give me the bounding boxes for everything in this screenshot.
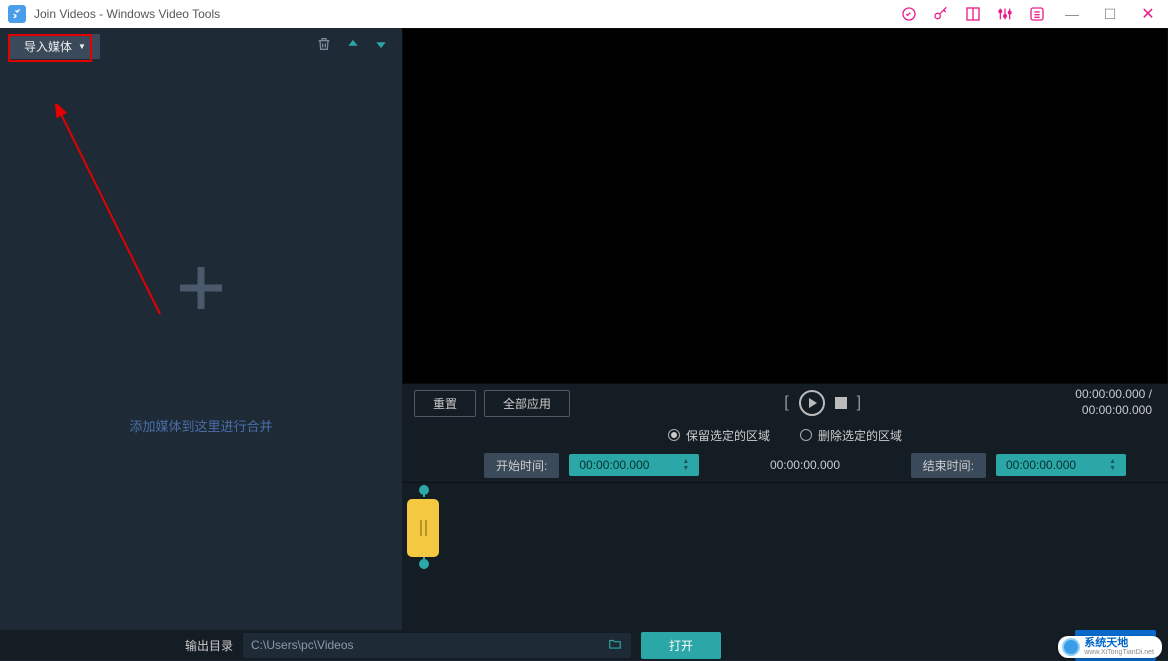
playback-controls: [ ]: [578, 390, 1067, 416]
plus-icon: [173, 260, 229, 326]
timeline-clip-handle[interactable]: [407, 499, 439, 557]
annotation-arrow: [40, 104, 180, 324]
cart-icon[interactable]: [900, 5, 918, 23]
media-hint-text: 添加媒体到这里进行合并: [129, 416, 272, 435]
timeline[interactable]: [402, 482, 1168, 630]
start-time-value: 00:00:00.000: [579, 458, 649, 472]
keep-region-label: 保留选定的区域: [686, 427, 770, 444]
output-path-field[interactable]: C:\Users\pc\Videos: [243, 633, 631, 658]
mark-out-button[interactable]: ]: [857, 394, 861, 412]
close-button[interactable]: ✕: [1136, 4, 1160, 24]
controls-row: 重置 全部应用 [ ] 00:00:00.000 / 00:00:00.000: [402, 384, 1168, 422]
region-mode-row: 保留选定的区域 删除选定的区域: [402, 422, 1168, 448]
start-time-label: 开始时间:: [484, 453, 559, 478]
move-up-icon[interactable]: [342, 37, 364, 56]
time-display: 00:00:00.000 / 00:00:00.000: [1075, 387, 1156, 418]
duration-display: 00:00:00.000: [709, 458, 900, 472]
spinner-icon[interactable]: ▲▼: [682, 458, 689, 472]
app-icon: [8, 5, 26, 23]
right-panel: 重置 全部应用 [ ] 00:00:00.000 / 00:00:00.000 …: [402, 28, 1168, 630]
globe-icon: [1062, 638, 1080, 656]
play-button[interactable]: [799, 390, 825, 416]
move-down-icon[interactable]: [370, 37, 392, 56]
watermark-url: www.XiTongTianDi.net: [1084, 649, 1154, 656]
caret-down-icon: ▼: [78, 42, 86, 51]
media-drop-zone[interactable]: 添加媒体到这里进行合并: [0, 64, 402, 630]
browse-folder-icon[interactable]: [607, 637, 623, 654]
output-dir-label: 输出目录: [185, 637, 233, 654]
watermark-badge: 系统天地 www.XiTongTianDi.net: [1058, 636, 1162, 658]
timeline-marker-bottom[interactable]: [418, 557, 430, 569]
titlebar-right: — ☐ ✕: [900, 4, 1160, 24]
time-inputs-row: 开始时间: 00:00:00.000 ▲▼ 00:00:00.000 结束时间:…: [402, 448, 1168, 482]
sidebar-toolbar: 导入媒体 ▼: [0, 28, 402, 64]
remove-region-label: 删除选定的区域: [818, 427, 902, 444]
open-button[interactable]: 打开: [641, 632, 721, 659]
main-area: 导入媒体 ▼ 添加媒体到这里进行合并 重置 全部应用 [: [0, 28, 1168, 630]
timeline-marker-top[interactable]: [418, 485, 430, 497]
bottom-bar: 输出目录 C:\Users\pc\Videos 打开 合: [0, 630, 1168, 660]
import-media-label: 导入媒体: [24, 38, 72, 55]
import-media-button[interactable]: 导入媒体 ▼: [10, 34, 100, 59]
remove-region-radio[interactable]: 删除选定的区域: [800, 427, 902, 444]
titlebar: Join Videos - Windows Video Tools — ☐ ✕: [0, 0, 1168, 28]
settings-icon[interactable]: [996, 5, 1014, 23]
end-time-input[interactable]: 00:00:00.000 ▲▼: [996, 454, 1126, 476]
total-time: 00:00:00.000: [1075, 403, 1152, 419]
apply-all-button[interactable]: 全部应用: [484, 390, 570, 417]
delete-icon[interactable]: [312, 36, 336, 57]
end-time-value: 00:00:00.000: [1006, 458, 1076, 472]
start-time-input[interactable]: 00:00:00.000 ▲▼: [569, 454, 699, 476]
key-icon[interactable]: [932, 5, 950, 23]
sidebar: 导入媒体 ▼ 添加媒体到这里进行合并: [0, 28, 402, 630]
radio-checked-icon: [668, 429, 680, 441]
watermark-title: 系统天地: [1084, 638, 1154, 649]
spinner-icon[interactable]: ▲▼: [1109, 458, 1116, 472]
layout-icon[interactable]: [964, 5, 982, 23]
output-path-text: C:\Users\pc\Videos: [251, 638, 354, 652]
end-time-label: 结束时间:: [911, 453, 986, 478]
keep-region-radio[interactable]: 保留选定的区域: [668, 427, 770, 444]
window-title: Join Videos - Windows Video Tools: [34, 7, 220, 21]
reset-button[interactable]: 重置: [414, 390, 476, 417]
menu-icon[interactable]: [1028, 5, 1046, 23]
stop-button[interactable]: [835, 397, 847, 409]
mark-in-button[interactable]: [: [784, 394, 788, 412]
maximize-button[interactable]: ☐: [1098, 6, 1122, 23]
minimize-button[interactable]: —: [1060, 6, 1084, 22]
current-time: 00:00:00.000 /: [1075, 387, 1152, 403]
radio-unchecked-icon: [800, 429, 812, 441]
video-preview[interactable]: [402, 28, 1168, 384]
